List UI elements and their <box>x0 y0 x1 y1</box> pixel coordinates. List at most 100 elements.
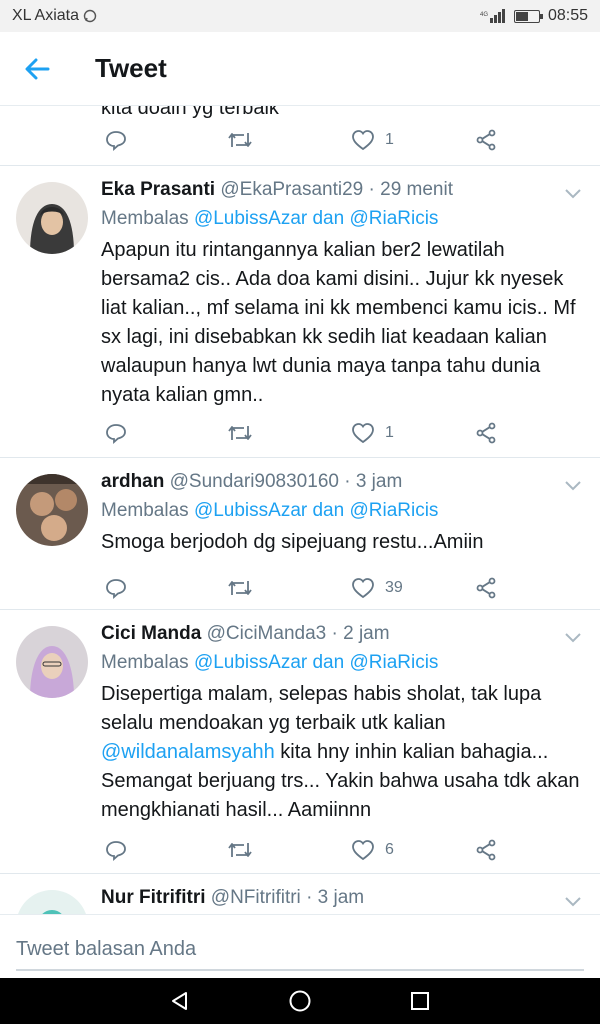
avatar[interactable] <box>16 890 88 914</box>
share-icon <box>476 422 496 444</box>
reply-prefix: Membalas <box>101 652 189 673</box>
reply-input[interactable]: Tweet balasan Anda <box>16 931 584 971</box>
reply-targets-link[interactable]: @LubissAzar dan @RiaRicis <box>194 208 439 229</box>
triangle-back-icon <box>172 992 187 1010</box>
retweet-icon <box>228 843 252 857</box>
reply-prefix: Membalas <box>101 500 189 521</box>
like-count: 6 <box>385 841 394 858</box>
avatar[interactable] <box>16 474 88 546</box>
square-recents-icon <box>411 992 429 1010</box>
tweet-item[interactable]: ardhan @Sundari90830160 · 3 jam Membalas… <box>0 458 600 610</box>
arrow-left-icon <box>25 58 50 79</box>
signal-icon: 4G <box>480 9 505 23</box>
tweet-text: kita doain yg terbaik <box>101 106 279 119</box>
tweet-item[interactable]: Nur Fitrifitri @NFitrifitri · 3 jam <box>0 874 600 914</box>
battery-icon <box>513 9 543 23</box>
reply-button[interactable] <box>105 124 127 156</box>
tweet-content: Nur Fitrifitri @NFitrifitri · 3 jam <box>101 884 584 912</box>
retweet-button[interactable] <box>227 834 253 866</box>
like-button[interactable]: 1 <box>351 124 394 156</box>
retweet-icon <box>228 581 252 595</box>
reply-icon <box>106 131 126 151</box>
chevron-down-icon[interactable] <box>562 626 584 648</box>
like-count: 1 <box>385 131 394 148</box>
heart-icon <box>352 130 374 151</box>
nav-back-button[interactable] <box>160 981 200 1021</box>
nav-recents-button[interactable] <box>400 981 440 1021</box>
reply-button[interactable] <box>105 834 127 866</box>
share-icon <box>476 129 496 151</box>
author-name[interactable]: Eka Prasanti <box>101 179 215 200</box>
replies-feed[interactable]: kita doain yg terbaik 1 Eka Prasanti @Ek… <box>0 106 600 914</box>
like-button[interactable]: 1 <box>351 417 394 449</box>
heart-icon <box>352 423 374 444</box>
tweet-time: · 3 jam <box>344 471 403 492</box>
tweet-text: Disepertiga malam, selepas habis sholat,… <box>101 680 584 825</box>
tweet-header: ardhan @Sundari90830160 · 3 jam <box>101 468 584 496</box>
app-bar: Tweet <box>0 32 600 106</box>
like-button[interactable]: 39 <box>351 572 403 604</box>
mention-link[interactable]: @wildanalamsyahh <box>101 741 275 763</box>
like-count: 1 <box>385 424 394 441</box>
retweet-button[interactable] <box>227 417 253 449</box>
reply-icon <box>106 841 126 861</box>
author-handle[interactable]: @Sundari90830160 <box>170 471 339 492</box>
reply-context: Membalas @LubissAzar dan @RiaRicis <box>101 204 584 234</box>
tweet-content: Cici Manda @CiciManda3 · 2 jam Membalas … <box>101 620 584 825</box>
author-name[interactable]: Cici Manda <box>101 623 201 644</box>
tweet-partial[interactable]: kita doain yg terbaik 1 <box>0 106 600 166</box>
share-icon <box>476 577 496 599</box>
tweet-time: · 29 menit <box>368 179 453 200</box>
author-handle[interactable]: @EkaPrasanti29 <box>220 179 363 200</box>
reply-icon <box>106 579 126 599</box>
heart-icon <box>352 578 374 599</box>
tweet-content: Eka Prasanti @EkaPrasanti29 · 29 menit M… <box>101 176 584 410</box>
tweet-actions: 1 <box>101 124 600 156</box>
page-title: Tweet <box>95 53 167 83</box>
retweet-button[interactable] <box>227 572 253 604</box>
tweet-item[interactable]: Eka Prasanti @EkaPrasanti29 · 29 menit M… <box>0 166 600 458</box>
tweet-time: · 2 jam <box>331 623 390 644</box>
carrier-area: XL Axiata <box>12 7 480 25</box>
share-button[interactable] <box>475 834 497 866</box>
author-name[interactable]: Nur Fitrifitri <box>101 887 206 908</box>
author-handle[interactable]: @NFitrifitri <box>211 887 301 908</box>
like-button[interactable]: 6 <box>351 834 394 866</box>
chevron-down-icon[interactable] <box>562 182 584 204</box>
like-count: 39 <box>385 579 403 596</box>
reply-button[interactable] <box>105 572 127 604</box>
author-name[interactable]: ardhan <box>101 471 164 492</box>
retweet-icon <box>228 426 252 440</box>
reply-targets-link[interactable]: @LubissAzar dan @RiaRicis <box>194 500 439 521</box>
tweet-text: Smoga berjodoh dg sipejuang restu...Amii… <box>101 531 484 553</box>
share-button[interactable] <box>475 124 497 156</box>
tweet-actions: 39 <box>101 572 600 604</box>
reply-prefix: Membalas <box>101 208 189 229</box>
nav-home-button[interactable] <box>280 981 320 1021</box>
back-button[interactable] <box>0 32 74 106</box>
tweet-actions: 6 <box>101 834 600 866</box>
svg-text:4G: 4G <box>480 12 488 18</box>
retweet-button[interactable] <box>227 124 253 156</box>
tweet-item[interactable]: Cici Manda @CiciManda3 · 2 jam Membalas … <box>0 610 600 874</box>
reply-context: Membalas @LubissAzar dan @RiaRicis <box>101 496 584 526</box>
tweet-header: Eka Prasanti @EkaPrasanti29 · 29 menit <box>101 176 584 204</box>
system-nav-bar <box>0 978 600 1024</box>
share-button[interactable] <box>475 417 497 449</box>
tweet-text-part: Disepertiga malam, selepas habis sholat,… <box>101 683 542 734</box>
chevron-down-icon[interactable] <box>562 474 584 496</box>
reply-context: Membalas @LubissAzar dan @RiaRicis <box>101 648 584 678</box>
reply-targets-link[interactable]: @LubissAzar dan @RiaRicis <box>194 652 439 673</box>
avatar[interactable] <box>16 182 88 254</box>
status-bar: XL Axiata 4G 08:55 <box>0 0 600 32</box>
avatar[interactable] <box>16 626 88 698</box>
carrier-label: XL Axiata <box>12 7 80 24</box>
heart-icon <box>352 840 374 861</box>
author-handle[interactable]: @CiciManda3 <box>207 623 327 644</box>
share-button[interactable] <box>475 572 497 604</box>
retweet-icon <box>228 133 252 147</box>
chevron-down-icon[interactable] <box>562 890 584 912</box>
circle-home-icon <box>289 990 311 1012</box>
tweet-time: · 3 jam <box>306 887 365 908</box>
reply-button[interactable] <box>105 417 127 449</box>
